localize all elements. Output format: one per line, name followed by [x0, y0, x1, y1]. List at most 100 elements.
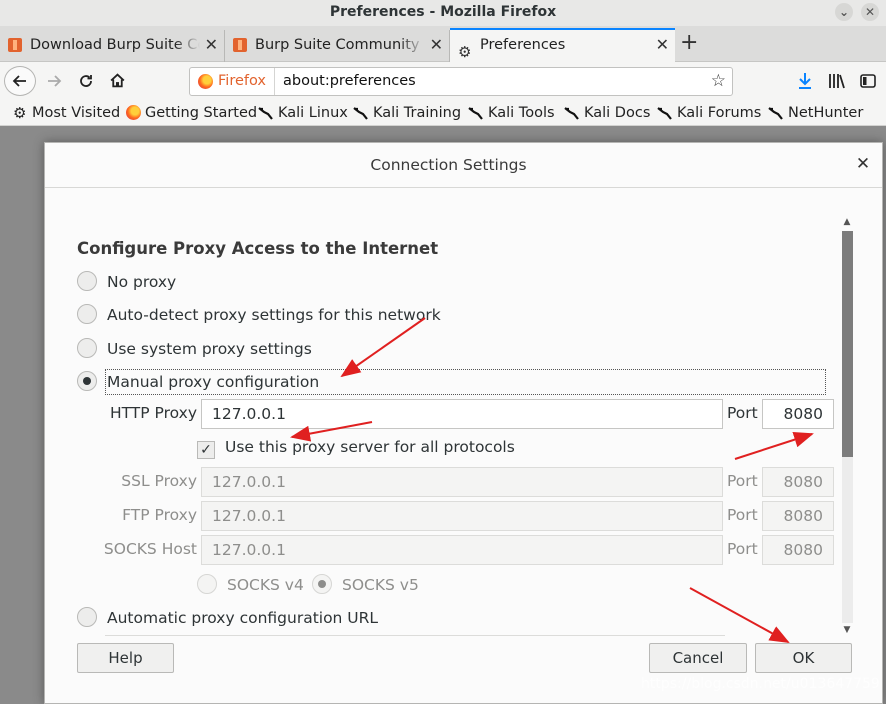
tab-close-icon[interactable]: ✕ — [205, 30, 218, 60]
reload-button[interactable] — [74, 66, 98, 99]
reload-icon — [80, 75, 92, 87]
radio-label: No proxy — [107, 273, 177, 291]
socks-host-input[interactable]: 127.0.0.1 — [201, 535, 723, 565]
kali-dragon-icon — [353, 107, 368, 120]
kali-dragon-icon — [564, 107, 579, 120]
kali-dragon-icon — [258, 107, 273, 120]
gear-icon: ⚙ — [13, 104, 27, 122]
radio-label: Use system proxy settings — [107, 340, 312, 358]
http-port-label: Port — [727, 404, 758, 422]
burp-icon — [8, 38, 22, 52]
tab-label: Burp Suite Community Edition — [255, 37, 425, 53]
tab-bar: Download Burp Suite Community Edition ✕ … — [0, 26, 886, 62]
bookmark-label: Kali Training — [373, 105, 462, 121]
library-button[interactable] — [826, 66, 848, 99]
share-all-checkbox[interactable]: ✓ — [197, 441, 215, 459]
nav-bar: Firefox about:preferences ☆ — [0, 62, 886, 100]
radio-label: Auto-detect proxy settings for this netw… — [107, 306, 441, 324]
arrow-right-icon — [48, 75, 62, 87]
scroll-down-icon[interactable]: ▼ — [840, 625, 854, 635]
radio-button[interactable] — [77, 607, 97, 627]
ok-button[interactable]: OK — [755, 643, 852, 673]
socks-port-label: Port — [727, 540, 758, 558]
ssl-port-label: Port — [727, 472, 758, 490]
tab-label: Download Burp Suite Community Edition — [30, 37, 200, 53]
cancel-button[interactable]: Cancel — [649, 643, 747, 673]
identity-box[interactable]: Firefox — [196, 68, 275, 95]
dialog-scrollbar[interactable]: ▲ ▼ — [840, 215, 854, 639]
kali-dragon-icon — [468, 107, 483, 120]
bookmark-kali-tools[interactable]: Kali Tools — [468, 103, 555, 123]
bookmark-star-icon[interactable]: ☆ — [711, 68, 726, 94]
http-proxy-input[interactable]: 127.0.0.1 — [201, 399, 723, 429]
url-input[interactable]: about:preferences — [283, 68, 416, 94]
back-button[interactable] — [4, 66, 36, 96]
bookmark-label: NetHunter — [788, 105, 864, 121]
bookmark-kali-docs[interactable]: Kali Docs — [564, 103, 650, 123]
watermark: https://blog.csdn.net/u013647759 — [641, 676, 880, 692]
socks-port-input[interactable]: 8080 — [762, 535, 834, 565]
window-titlebar: Preferences - Mozilla Firefox ⌄ ✕ — [0, 0, 886, 26]
window-close-icon[interactable]: ✕ — [861, 3, 879, 21]
sidebar-button[interactable] — [857, 66, 879, 99]
bookmark-kali-training[interactable]: Kali Training — [353, 103, 461, 123]
dialog-title: Connection Settings — [370, 156, 527, 174]
bookmark-nethunter[interactable]: NetHunter — [768, 103, 863, 123]
radio-label: Manual proxy configuration — [107, 373, 320, 391]
downloads-button[interactable] — [794, 66, 816, 100]
radio-button[interactable] — [197, 574, 217, 594]
tab-download-burp[interactable]: Download Burp Suite Community Edition ✕ — [0, 30, 225, 62]
url-bar[interactable]: Firefox about:preferences ☆ — [189, 67, 733, 96]
dialog-header: Connection Settings ✕ — [45, 143, 882, 188]
bookmark-most-visited[interactable]: ⚙ Most Visited — [12, 103, 120, 123]
help-button[interactable]: Help — [77, 643, 174, 673]
http-port-input[interactable]: 8080 — [762, 399, 834, 429]
library-icon — [829, 74, 845, 89]
bookmark-label: Getting Started — [145, 105, 258, 121]
ftp-proxy-input[interactable]: 127.0.0.1 — [201, 501, 723, 531]
connection-settings-dialog: Connection Settings ✕ Configure Proxy Ac… — [44, 142, 883, 704]
gear-icon: ⚙ — [458, 43, 472, 61]
tab-close-icon[interactable]: ✕ — [430, 30, 443, 60]
sidebar-icon — [860, 74, 876, 88]
tab-preferences[interactable]: ⚙ Preferences ✕ — [450, 28, 675, 62]
forward-button[interactable] — [42, 66, 66, 99]
radio-label: SOCKS v4 — [227, 576, 304, 594]
auto-config-url-input[interactable] — [105, 635, 725, 639]
scroll-up-icon[interactable]: ▲ — [840, 217, 854, 227]
radio-label: SOCKS v5 — [342, 576, 419, 594]
dialog-scroll-area[interactable]: Configure Proxy Access to the Internet N… — [45, 189, 882, 639]
ssl-proxy-label: SSL Proxy — [121, 472, 197, 490]
radio-button[interactable] — [77, 371, 97, 391]
window-title: Preferences - Mozilla Firefox — [329, 4, 557, 20]
bookmark-kali-forums[interactable]: Kali Forums — [657, 103, 761, 123]
download-icon — [799, 73, 811, 89]
tab-close-icon[interactable]: ✕ — [656, 30, 669, 60]
bookmark-label: Kali Linux — [278, 105, 348, 121]
ssl-proxy-input[interactable]: 127.0.0.1 — [201, 467, 723, 497]
bookmark-label: Kali Tools — [488, 105, 555, 121]
bookmark-getting-started[interactable]: Getting Started — [125, 103, 257, 123]
radio-button[interactable] — [77, 338, 97, 358]
new-tab-button[interactable]: + — [680, 28, 698, 58]
identity-label: Firefox — [218, 73, 266, 89]
firefox-icon — [198, 74, 213, 89]
ssl-port-input[interactable]: 8080 — [762, 467, 834, 497]
ftp-port-input[interactable]: 8080 — [762, 501, 834, 531]
tab-burp-community[interactable]: Burp Suite Community Edition ✕ — [225, 30, 450, 62]
dialog-close-icon[interactable]: ✕ — [852, 153, 874, 175]
home-button[interactable] — [105, 66, 129, 99]
home-icon — [110, 73, 124, 88]
bookmark-label: Most Visited — [32, 105, 121, 121]
arrow-left-icon — [12, 75, 26, 87]
radio-button[interactable] — [77, 304, 97, 324]
radio-label: Automatic proxy configuration URL — [107, 609, 379, 627]
burp-icon — [233, 38, 247, 52]
minimize-icon[interactable]: ⌄ — [835, 3, 853, 21]
radio-button[interactable] — [77, 271, 97, 291]
http-proxy-label: HTTP Proxy — [109, 404, 197, 422]
bookmark-kali-linux[interactable]: Kali Linux — [258, 103, 348, 123]
scrollbar-thumb[interactable] — [842, 231, 853, 457]
radio-button[interactable] — [312, 574, 332, 594]
bookmark-label: Kali Docs — [584, 105, 651, 121]
